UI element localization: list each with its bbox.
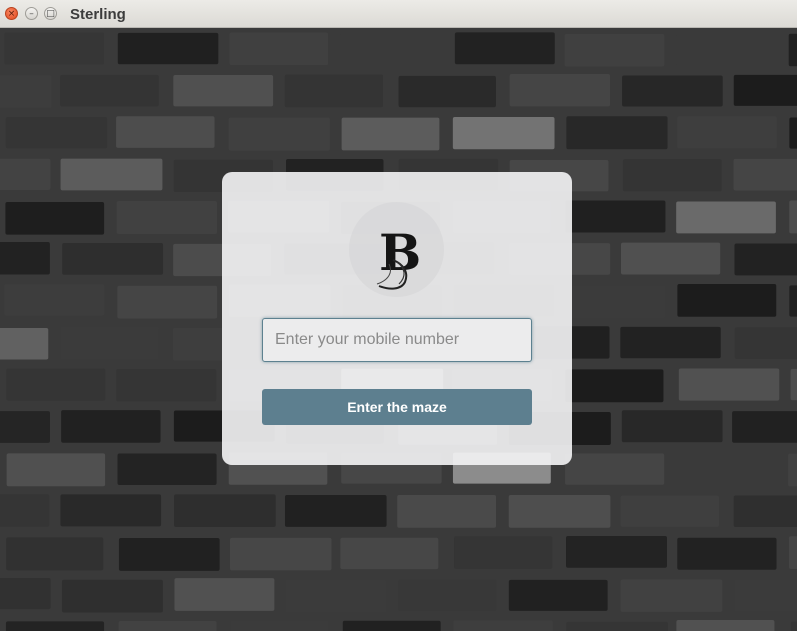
title-bar: × – □ Sterling	[0, 0, 797, 28]
app-window: × – □ Sterling B Enter the maze	[0, 0, 797, 631]
logo-letter: B	[379, 223, 421, 282]
minimize-icon[interactable]: –	[25, 7, 38, 20]
window-title: Sterling	[70, 6, 126, 23]
close-icon[interactable]: ×	[5, 7, 18, 20]
mobile-number-input[interactable]	[262, 318, 532, 362]
brand-logo-icon: B	[349, 202, 444, 297]
enter-maze-button[interactable]: Enter the maze	[262, 389, 532, 425]
maximize-icon[interactable]: □	[44, 7, 57, 20]
login-card: B Enter the maze	[222, 172, 572, 465]
